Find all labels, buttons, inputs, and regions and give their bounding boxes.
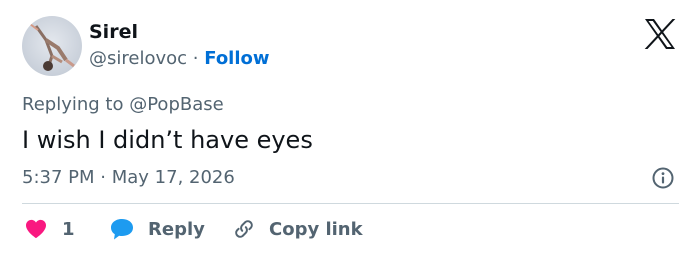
replying-to: Replying to @PopBase: [22, 93, 224, 117]
link-icon: [235, 220, 253, 238]
speech-bubble-icon: [111, 219, 133, 240]
avatar-image: [29, 23, 75, 71]
info-icon[interactable]: [651, 166, 675, 190]
like-button[interactable]: 1: [25, 216, 75, 242]
handle-row: @sirelovoc · Follow: [89, 47, 270, 71]
like-count: 1: [62, 218, 75, 240]
heart-icon: [26, 219, 46, 239]
divider: [22, 203, 679, 204]
copy-link-label: Copy link: [269, 218, 363, 240]
reply-button[interactable]: Reply: [109, 216, 205, 242]
display-name[interactable]: Sirel: [89, 20, 138, 44]
reply-handle[interactable]: @PopBase: [129, 94, 223, 115]
separator-dot: ·: [192, 48, 199, 69]
action-bar: 1 Reply Copy link: [22, 216, 682, 242]
tweet-card: Sirel @sirelovoc · Follow Replying to @P…: [0, 0, 700, 256]
user-handle[interactable]: @sirelovoc: [89, 48, 187, 69]
timestamp[interactable]: 5:37 PM · May 17, 2026: [22, 166, 235, 190]
separator-dot: ·: [100, 167, 106, 188]
tweet-date: May 17, 2026: [111, 167, 235, 188]
tweet-text: I wish I didn’t have eyes: [22, 126, 313, 154]
copy-link-button[interactable]: Copy link: [232, 216, 363, 242]
avatar[interactable]: [22, 16, 82, 76]
reply-prefix: Replying to: [22, 94, 124, 115]
tweet-time: 5:37 PM: [22, 167, 95, 188]
x-logo-icon[interactable]: [643, 18, 677, 50]
reply-label: Reply: [148, 218, 205, 240]
follow-button[interactable]: Follow: [204, 48, 269, 69]
